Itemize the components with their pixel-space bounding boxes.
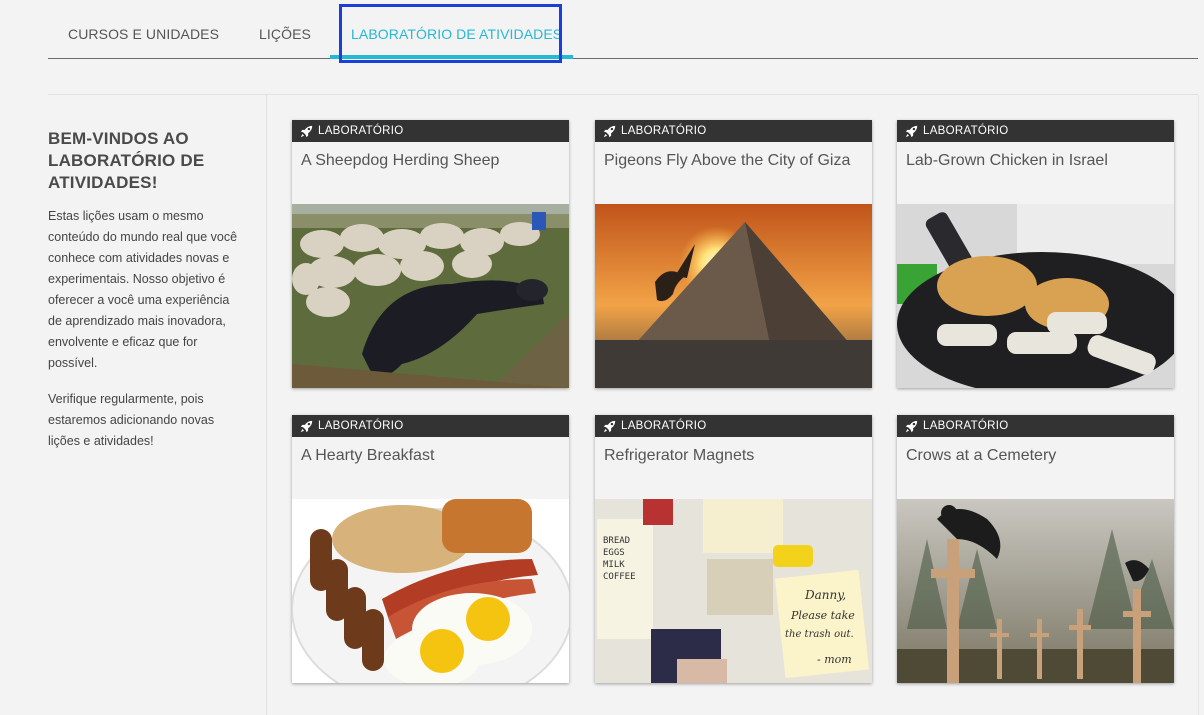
pyramid-image	[595, 204, 872, 388]
rocket-icon	[603, 420, 616, 432]
lesson-card[interactable]: LABORATÓRIO Pigeons Fly Above the City o…	[595, 120, 872, 388]
note-line-milk: MILK	[603, 560, 625, 570]
card-title: Crows at a Cemetery	[906, 447, 1057, 464]
rocket-icon	[905, 420, 918, 432]
card-title: A Sheepdog Herding Sheep	[301, 152, 500, 169]
tab-licoes[interactable]: LIÇÕES	[259, 26, 311, 42]
card-badge-label: LABORATÓRIO	[318, 420, 404, 432]
note-line-eggs: EGGS	[603, 548, 625, 558]
card-badge-label: LABORATÓRIO	[318, 125, 404, 137]
card-title: Refrigerator Magnets	[604, 447, 755, 464]
card-badge-label: LABORATÓRIO	[621, 420, 707, 432]
card-title: A Hearty Breakfast	[301, 447, 435, 464]
sticky-note-line: - mom	[817, 653, 852, 666]
focus-highlight	[339, 4, 562, 63]
sticky-note-line: Please take	[790, 609, 855, 622]
breakfast-image	[292, 499, 569, 683]
card-badge-label: LABORATÓRIO	[923, 420, 1009, 432]
sheepdog-image	[292, 204, 569, 388]
lesson-card[interactable]: LABORATÓRIO A Hearty Breakfast	[292, 415, 569, 683]
sticky-note-line: the trash out.	[785, 629, 854, 640]
lesson-card[interactable]: LABORATÓRIO Crows at a Cemetery	[897, 415, 1174, 683]
chicken-image	[897, 204, 1174, 388]
sticky-note-line: Danny,	[804, 588, 846, 602]
lesson-card[interactable]: LABORATÓRIO Refrigerator Magnets BREAD E…	[595, 415, 872, 683]
card-badge-label: LABORATÓRIO	[621, 125, 707, 137]
rocket-icon	[603, 125, 616, 137]
sidebar-divider	[266, 95, 267, 715]
crows-image	[897, 499, 1174, 683]
sidebar: BEM-VINDOS AO LABORATÓRIO DE ATIVIDADES!…	[48, 128, 243, 467]
content-right-border	[1198, 95, 1199, 715]
tab-cursos-e-unidades[interactable]: CURSOS E UNIDADES	[68, 26, 219, 42]
fridge-magnets-image: BREAD EGGS MILK COFFEE Danny, Please tak…	[595, 499, 872, 683]
card-title: Lab-Grown Chicken in Israel	[906, 152, 1108, 169]
lesson-card[interactable]: LABORATÓRIO A Sheepdog Herding Sheep	[292, 120, 569, 388]
note-line-coffee: COFFEE	[603, 572, 636, 582]
rocket-icon	[300, 420, 313, 432]
sidebar-intro-text: Estas lições usam o mesmo conteúdo do mu…	[48, 209, 238, 370]
card-badge: LABORATÓRIO	[292, 415, 569, 437]
rocket-icon	[300, 125, 313, 137]
note-line-bread: BREAD	[603, 536, 630, 546]
card-badge: LABORATÓRIO	[897, 415, 1174, 437]
lesson-card[interactable]: LABORATÓRIO Lab-Grown Chicken in Israel	[897, 120, 1174, 388]
card-badge: LABORATÓRIO	[292, 120, 569, 142]
card-badge-label: LABORATÓRIO	[923, 125, 1009, 137]
card-badge: LABORATÓRIO	[595, 415, 872, 437]
sidebar-note-text: Verifique regularmente, pois estaremos a…	[48, 392, 215, 448]
sidebar-title: BEM-VINDOS AO LABORATÓRIO DE ATIVIDADES!	[48, 129, 205, 192]
rocket-icon	[905, 125, 918, 137]
card-badge: LABORATÓRIO	[595, 120, 872, 142]
tab-bar: CURSOS E UNIDADES LIÇÕES LABORATÓRIO DE …	[48, 0, 1198, 59]
card-title: Pigeons Fly Above the City of Giza	[604, 152, 851, 169]
card-badge: LABORATÓRIO	[897, 120, 1174, 142]
